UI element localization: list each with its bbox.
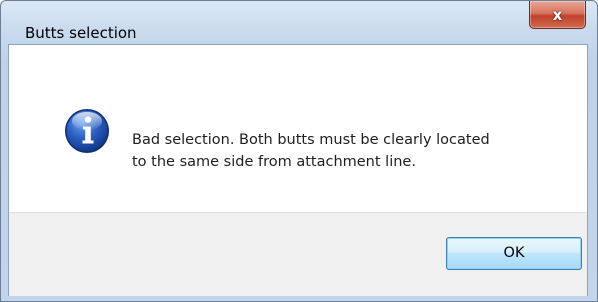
message-text: Bad selection. Both butts must be clearl… [132, 132, 490, 170]
window-title: Butts selection [25, 24, 137, 42]
message-area: Bad selection. Both butts must be clearl… [9, 45, 587, 212]
close-button[interactable]: x [529, 1, 586, 29]
title-bar[interactable]: Butts selection x [1, 1, 597, 42]
close-icon: x [552, 6, 563, 24]
button-panel: OK [9, 212, 587, 296]
information-icon [65, 109, 109, 153]
dialog-client-area: Bad selection. Both butts must be clearl… [8, 44, 588, 296]
message-dialog-window: Butts selection x Bad selection. Both bu… [0, 0, 598, 302]
ok-button[interactable]: OK [446, 237, 582, 270]
